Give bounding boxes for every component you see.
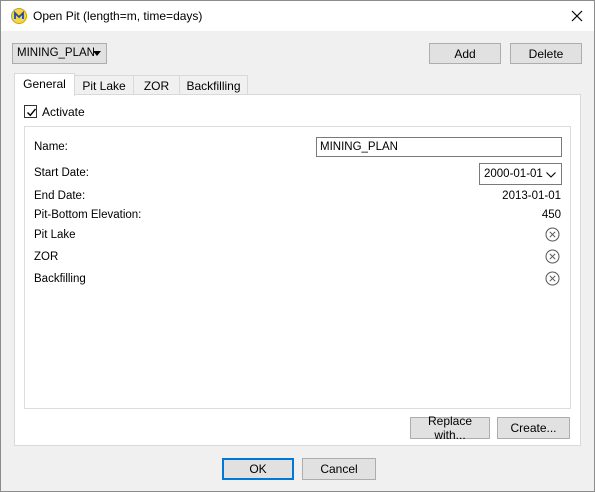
checkmark-icon (27, 108, 37, 117)
tab-zor[interactable]: ZOR (133, 75, 180, 95)
chevron-down-icon (546, 172, 556, 178)
pit-lake-disabled-icon (545, 227, 560, 242)
tab-backfilling-label: Backfilling (186, 79, 241, 93)
activate-label: Activate (42, 105, 85, 119)
delete-button[interactable]: Delete (510, 43, 582, 64)
delete-button-label: Delete (528, 46, 564, 61)
tab-general[interactable]: General (14, 73, 75, 96)
tab-general-label: General (23, 77, 66, 91)
start-date-value: 2000-01-01 (484, 168, 543, 180)
backfilling-label: Backfilling (34, 273, 86, 285)
properties-group: Name: MINING_PLAN Start Date: 2000-01-01… (24, 126, 571, 409)
zor-label: ZOR (34, 251, 59, 263)
start-date-picker[interactable]: 2000-01-01 (479, 163, 562, 185)
ok-label: OK (249, 462, 267, 476)
create-label: Create... (510, 421, 557, 435)
add-button[interactable]: Add (429, 43, 501, 64)
replace-with-button[interactable]: Replace with... (410, 414, 490, 442)
tab-backfilling[interactable]: Backfilling (179, 75, 248, 95)
backfilling-disabled-icon (545, 271, 560, 286)
tab-zor-label: ZOR (143, 79, 170, 93)
ok-button[interactable]: OK (222, 458, 294, 480)
end-date-value: 2013-01-01 (502, 190, 561, 202)
chevron-down-icon (93, 51, 101, 56)
name-label: Name: (34, 141, 68, 153)
open-pit-dialog: Open Pit (length=m, time=days) MINING_PL… (0, 0, 595, 492)
close-button[interactable] (560, 1, 594, 31)
plan-select-value: MINING_PLAN (17, 47, 95, 59)
app-icon (11, 8, 27, 24)
end-date-label: End Date: (34, 190, 86, 202)
cancel-label: Cancel (320, 462, 358, 476)
window-title: Open Pit (length=m, time=days) (33, 9, 203, 23)
pit-lake-label: Pit Lake (34, 229, 76, 241)
zor-disabled-icon (545, 249, 560, 264)
general-tab-panel: Activate Name: MINING_PLAN Start Date: 2… (14, 94, 581, 446)
name-field[interactable]: MINING_PLAN (316, 137, 562, 157)
activate-checkbox[interactable] (24, 105, 37, 118)
tab-pit-lake-label: Pit Lake (82, 79, 126, 93)
create-button[interactable]: Create... (497, 417, 570, 439)
plan-select[interactable]: MINING_PLAN (12, 43, 107, 64)
replace-with-label: Replace with... (427, 414, 473, 442)
start-date-label: Start Date: (34, 167, 89, 179)
cancel-button[interactable]: Cancel (302, 458, 376, 480)
name-field-value: MINING_PLAN (320, 141, 398, 153)
pit-bottom-elevation-label: Pit-Bottom Elevation: (34, 209, 142, 221)
close-icon (571, 10, 583, 22)
title-bar[interactable]: Open Pit (length=m, time=days) (1, 1, 594, 31)
tab-pit-lake[interactable]: Pit Lake (74, 75, 134, 95)
add-button-label: Add (454, 46, 476, 61)
pit-bottom-elevation-value: 450 (541, 209, 561, 221)
